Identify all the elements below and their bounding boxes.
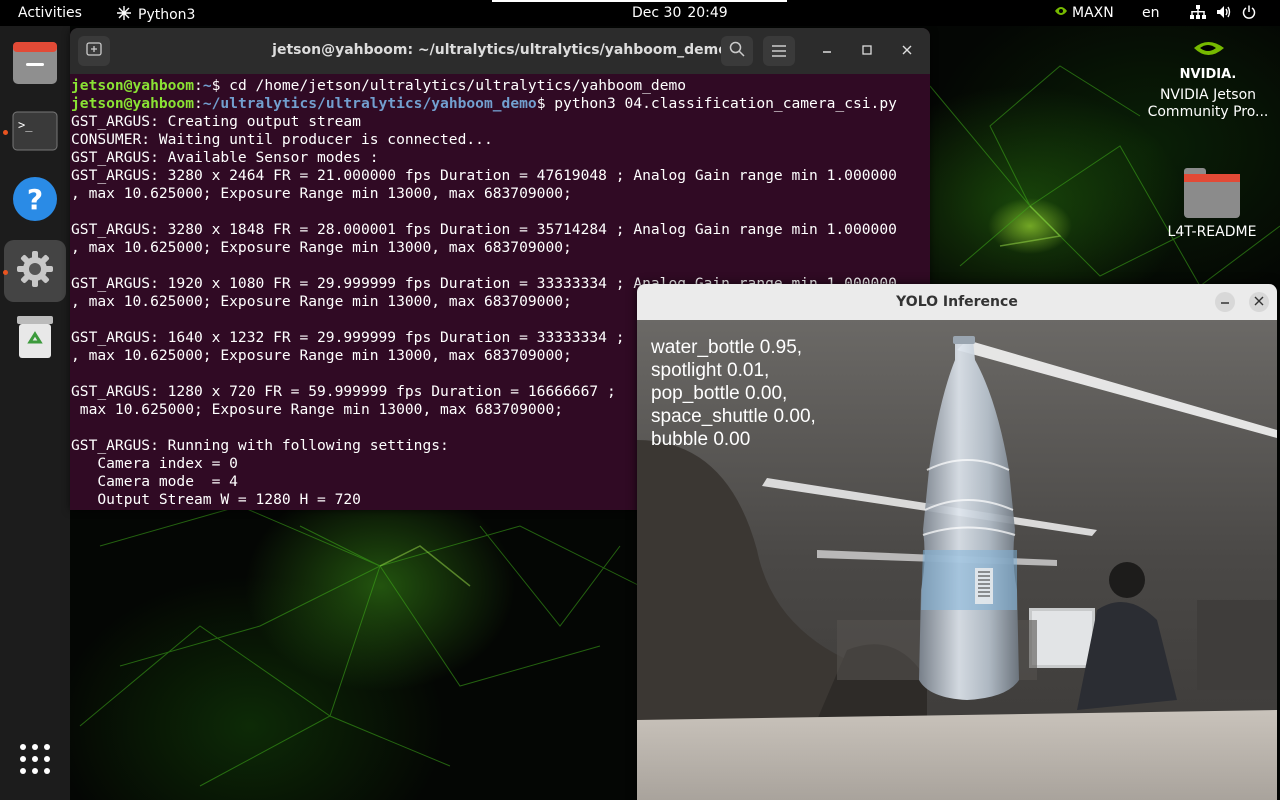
power-mode-label: MAXN xyxy=(1072,5,1114,21)
hamburger-menu-button[interactable] xyxy=(763,36,795,66)
desktop-nvidia-launcher[interactable]: NVIDIA. NVIDIA Jetson Community Pro... xyxy=(1140,34,1276,121)
files-icon xyxy=(12,41,58,89)
dock-show-apps[interactable] xyxy=(4,730,66,792)
prompt-user: jetson@yahboom xyxy=(71,77,195,94)
yolo-titlebar[interactable]: YOLO Inference xyxy=(637,284,1277,320)
power-icon xyxy=(1242,5,1256,23)
classification-label: water_bottle 0.95, xyxy=(651,337,803,358)
top-bar: Activities Python3 Dec 30 20:49 MAXN en xyxy=(0,0,1280,26)
yolo-minimize-button[interactable] xyxy=(1215,292,1235,312)
prompt-path: ~ xyxy=(202,77,212,94)
dock-help[interactable]: ? xyxy=(4,170,66,232)
language-indicator[interactable]: en xyxy=(1142,5,1160,21)
terminal-line: GST_ARGUS: Available Sensor modes : xyxy=(71,149,379,166)
minimize-icon xyxy=(822,44,832,58)
nvidia-logo-icon: NVIDIA. xyxy=(1140,34,1276,87)
trash-icon xyxy=(15,314,55,364)
prompt-separator: : xyxy=(194,77,203,94)
close-icon xyxy=(902,44,912,58)
clock[interactable]: Dec 30 20:49 xyxy=(632,5,734,21)
dock-trash[interactable] xyxy=(4,308,66,370)
yolo-close-button[interactable] xyxy=(1249,292,1269,312)
classification-label: bubble 0.00 xyxy=(651,429,751,450)
terminal-title: jetson@yahboom: ~/ultralytics/ultralytic… xyxy=(272,42,728,58)
volume-icon xyxy=(1216,5,1232,23)
terminal-prompt-line: jetson@yahboom:~$ cd /home/jetson/ultral… xyxy=(71,77,929,95)
minimize-icon xyxy=(1220,295,1230,309)
prompt-command: $ python3 04.classification_camera_csi.p… xyxy=(536,95,897,112)
classification-label: pop_bottle 0.00, xyxy=(651,383,788,404)
activities-button[interactable]: Activities xyxy=(18,5,82,21)
maximize-button[interactable] xyxy=(856,40,878,62)
desktop-l4t-readme[interactable]: L4T-README xyxy=(1150,166,1274,240)
dock: >_ ? xyxy=(0,26,70,800)
clock-time: 20:49 xyxy=(687,5,728,21)
show-apps-grid-icon xyxy=(19,743,51,779)
yolo-inference-window[interactable]: YOLO Inference water_bottle 0.95, spotli… xyxy=(637,284,1277,800)
terminal-line: , max 10.625000; Exposure Range min 1300… xyxy=(71,185,572,202)
terminal-prompt-line: jetson@yahboom:~/ultralytics/ultralytics… xyxy=(71,95,929,113)
dock-files[interactable] xyxy=(4,34,66,96)
terminal-line: GST_ARGUS: Creating output stream xyxy=(71,113,361,130)
dock-settings[interactable] xyxy=(4,240,66,302)
prompt-user: jetson@yahboom xyxy=(71,95,195,112)
readme-label: L4T-README xyxy=(1167,224,1257,240)
hamburger-icon xyxy=(772,42,786,61)
power-mode-indicator[interactable]: MAXN xyxy=(1054,5,1114,21)
prompt-path: ~/ultralytics/ultralytics/yahboom_demo xyxy=(202,95,537,112)
terminal-running-indicator xyxy=(3,130,8,135)
nvidia-launcher-label: NVIDIA Jetson Community Pro... xyxy=(1147,87,1269,120)
close-button[interactable] xyxy=(896,40,918,62)
system-tray[interactable] xyxy=(1190,5,1256,23)
clock-date: Dec 30 xyxy=(632,5,682,21)
python-app-icon xyxy=(116,5,132,25)
close-icon xyxy=(1254,295,1264,309)
camera-feed: water_bottle 0.95, spotlight 0.01, pop_b… xyxy=(637,320,1277,800)
svg-text:?: ? xyxy=(27,183,43,216)
terminal-line: GST_ARGUS: 3280 x 1848 FR = 28.000001 fp… xyxy=(71,221,897,238)
prompt-command: $ cd /home/jetson/ultralytics/ultralytic… xyxy=(211,77,687,94)
network-icon xyxy=(1190,5,1206,23)
search-icon xyxy=(729,41,745,61)
terminal-line: CONSUMER: Waiting until producer is conn… xyxy=(71,131,493,148)
app-menu-label: Python3 xyxy=(138,7,196,23)
yolo-title: YOLO Inference xyxy=(896,294,1018,310)
terminal-titlebar[interactable]: jetson@yahboom: ~/ultralytics/ultralytic… xyxy=(70,28,930,74)
folder-icon xyxy=(1150,166,1274,224)
svg-text:>_: >_ xyxy=(18,118,33,132)
app-menu[interactable]: Python3 xyxy=(116,5,195,25)
minimize-button[interactable] xyxy=(816,40,838,62)
nvidia-mode-icon xyxy=(1054,5,1068,21)
terminal-icon: >_ xyxy=(12,111,58,155)
help-icon: ? xyxy=(12,176,58,226)
prompt-separator: : xyxy=(194,95,203,112)
terminal-line: , max 10.625000; Exposure Range min 1300… xyxy=(71,239,572,256)
search-button[interactable] xyxy=(721,36,753,66)
maximize-icon xyxy=(862,44,872,58)
dock-terminal[interactable]: >_ xyxy=(4,102,66,164)
classification-results: water_bottle 0.95, spotlight 0.01, pop_b… xyxy=(651,336,816,451)
settings-gear-icon xyxy=(15,249,55,293)
settings-running-indicator xyxy=(3,270,8,275)
classification-label: spotlight 0.01, xyxy=(651,360,770,381)
screen-record-indicator xyxy=(492,0,787,2)
classification-label: space_shuttle 0.00, xyxy=(651,406,816,427)
terminal-line: GST_ARGUS: 3280 x 2464 FR = 21.000000 fp… xyxy=(71,167,897,184)
svg-text:NVIDIA.: NVIDIA. xyxy=(1180,67,1237,82)
